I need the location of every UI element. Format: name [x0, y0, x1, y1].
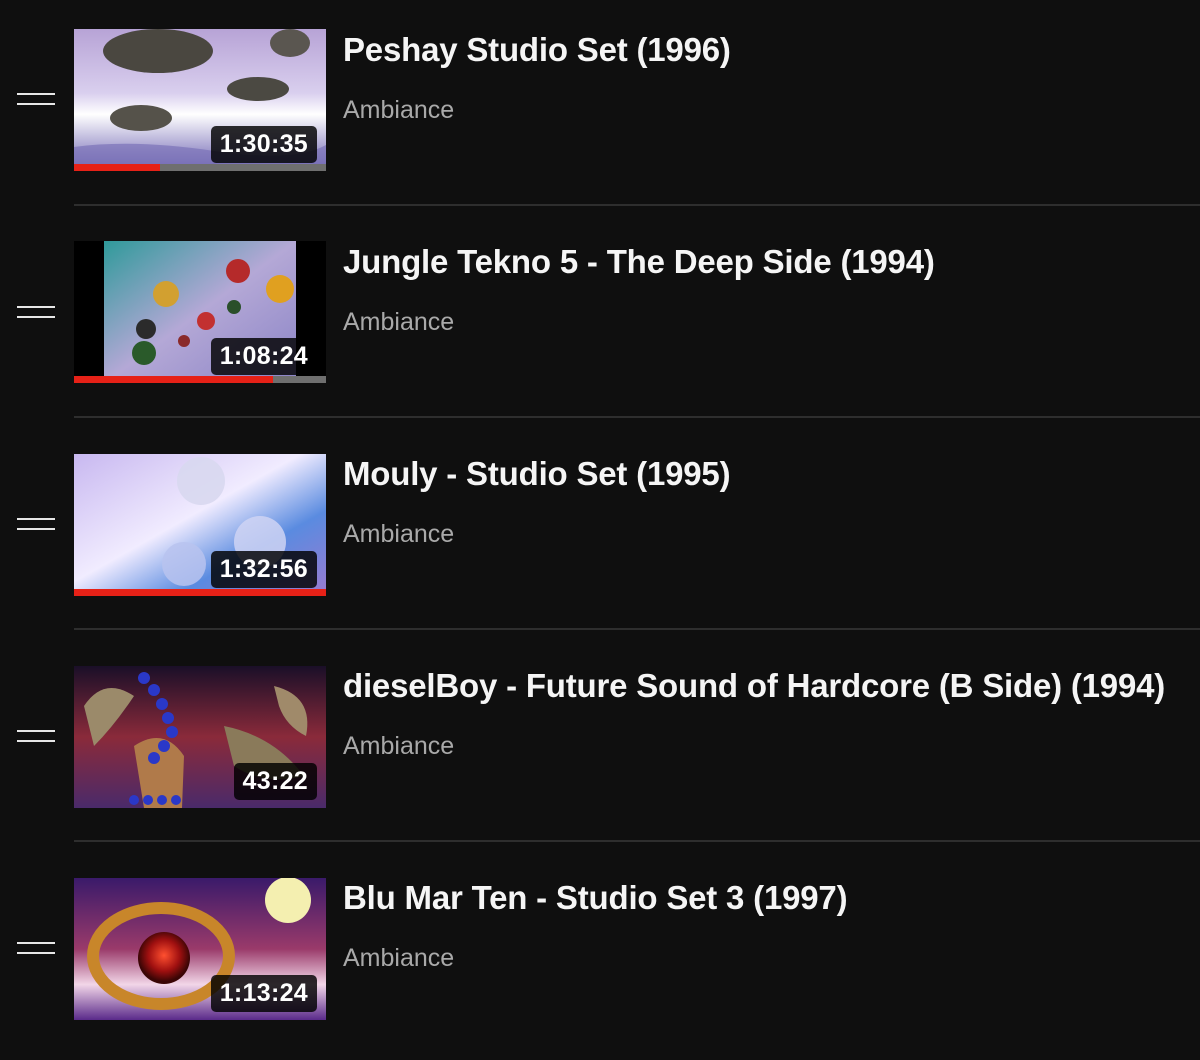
playlist-item[interactable]: 1:08:24 Jungle Tekno 5 - The Deep Side (… [0, 212, 1200, 424]
video-duration: 43:22 [233, 763, 317, 800]
watch-progress-bar [74, 164, 326, 171]
drag-handle-icon[interactable] [17, 942, 55, 956]
watch-progress-fill [74, 589, 326, 596]
row-divider [74, 840, 1200, 842]
playlist-item[interactable]: 1:13:24 Blu Mar Ten - Studio Set 3 (1997… [0, 848, 1200, 1060]
channel-name[interactable]: Ambiance [343, 944, 454, 973]
channel-name[interactable]: Ambiance [343, 732, 454, 761]
video-title[interactable]: Peshay Studio Set (1996) [343, 31, 731, 69]
row-divider [74, 416, 1200, 418]
watch-progress-bar [74, 376, 326, 383]
row-divider [74, 204, 1200, 206]
video-title[interactable]: Jungle Tekno 5 - The Deep Side (1994) [343, 243, 935, 281]
video-duration: 1:13:24 [210, 975, 317, 1012]
video-thumbnail[interactable]: 1:13:24 [74, 878, 326, 1020]
playlist-item[interactable]: 1:32:56 Mouly - Studio Set (1995) Ambian… [0, 424, 1200, 636]
playlist-item[interactable]: 43:22 dieselBoy - Future Sound of Hardco… [0, 636, 1200, 848]
playlist: 1:30:35 Peshay Studio Set (1996) Ambianc… [0, 0, 1200, 1047]
video-duration: 1:08:24 [210, 338, 317, 375]
drag-handle-icon[interactable] [17, 730, 55, 744]
channel-name[interactable]: Ambiance [343, 96, 454, 125]
video-duration: 1:32:56 [210, 551, 317, 588]
video-thumbnail[interactable]: 1:08:24 [74, 241, 326, 383]
drag-handle-icon[interactable] [17, 306, 55, 320]
video-title[interactable]: dieselBoy - Future Sound of Hardcore (B … [343, 667, 1165, 705]
row-divider [74, 628, 1200, 630]
video-title[interactable]: Mouly - Studio Set (1995) [343, 455, 731, 493]
watch-progress-fill [74, 164, 160, 171]
video-duration: 1:30:35 [210, 126, 317, 163]
channel-name[interactable]: Ambiance [343, 308, 454, 337]
video-title[interactable]: Blu Mar Ten - Studio Set 3 (1997) [343, 879, 848, 917]
channel-name[interactable]: Ambiance [343, 520, 454, 549]
playlist-item[interactable]: 1:30:35 Peshay Studio Set (1996) Ambianc… [0, 0, 1200, 212]
drag-handle-icon[interactable] [17, 518, 55, 532]
video-thumbnail[interactable]: 1:32:56 [74, 454, 326, 596]
drag-handle-icon[interactable] [17, 93, 55, 107]
video-thumbnail[interactable]: 43:22 [74, 666, 326, 808]
watch-progress-bar [74, 589, 326, 596]
watch-progress-fill [74, 376, 274, 383]
video-thumbnail[interactable]: 1:30:35 [74, 29, 326, 171]
